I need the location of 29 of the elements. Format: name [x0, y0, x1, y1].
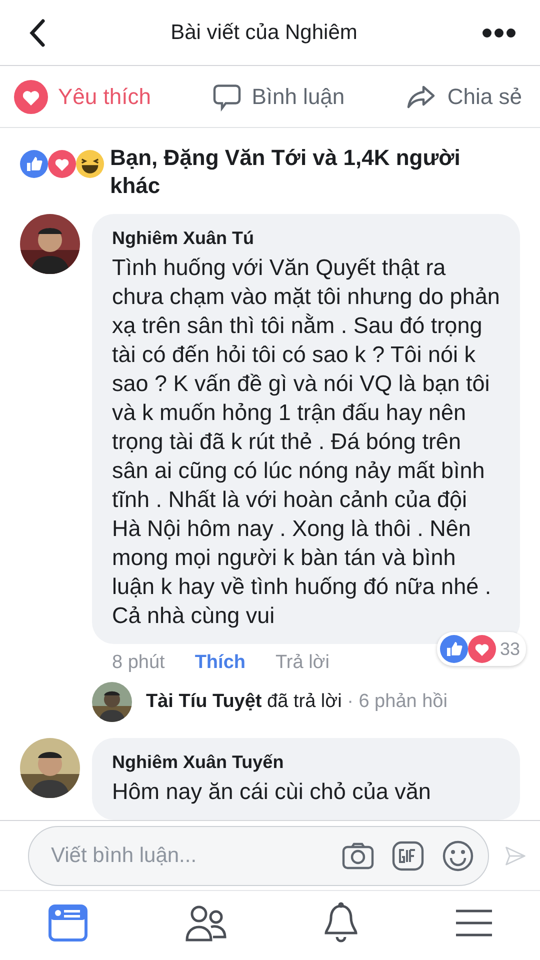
comment-author[interactable]: Nghiêm Xuân Tú — [112, 228, 500, 249]
comment-button[interactable]: Bình luận — [212, 82, 345, 112]
like-icon — [20, 150, 48, 178]
speech-bubble-icon — [212, 82, 242, 112]
more-options-icon[interactable] — [482, 28, 516, 38]
comment-field[interactable]: Viết bình luận... — [28, 826, 489, 886]
comment-text: Hôm nay ăn cái cùi chỏ của văn — [112, 778, 432, 806]
share-button[interactable]: Chia sẻ — [405, 82, 522, 112]
camera-icon[interactable] — [342, 842, 374, 870]
like-link[interactable]: Thích — [194, 652, 246, 674]
comment-text: Tình huống với Văn Quyết thật ra chưa chạm vào mặt tôi nhưng do phản xạ trên sân thì tôi nằm . Sau đó trọng tài có đến hỏi tôi có sao k ? Tôi nói k sao ? K vấn đề gì và nói VQ là bạn tôi và k muốn hỏng 1 trận đấu hay nên trọng tài đã k rút thẻ . Đá bóng trên sân ai cũng có lúc nóng nảy mất bình tĩnh . Nhất là với hoàn cảnh của đội Hà Nội hôm nay . Xong là thôi . Nên mong mọi người k bàn tán và bình luận k hay về tình huống đó nữa nhé . Cả nhà cùng vui — [112, 254, 500, 630]
gif-icon[interactable] — [392, 840, 424, 870]
news-feed-icon — [48, 902, 88, 942]
replies-summary[interactable]: Tài Tíu Tuyệt đã trả lời · 6 phản hồi — [146, 691, 448, 713]
reactions-summary[interactable]: Bạn, Đặng Văn Tới và 1,4K người khác — [110, 144, 510, 200]
like-icon — [440, 635, 468, 663]
love-reaction-icon — [468, 635, 496, 663]
comment-time: 8 phút — [112, 652, 165, 674]
laughing-emoji-icon — [76, 150, 104, 178]
bell-icon — [323, 902, 360, 944]
emoji-icon[interactable] — [442, 840, 474, 872]
comment-author[interactable]: Nghiêm Xuân Tuyến — [112, 752, 500, 773]
back-icon[interactable] — [28, 18, 46, 46]
love-reaction-icon — [48, 150, 76, 178]
love-button[interactable]: Yêu thích — [14, 80, 151, 114]
reply-link[interactable]: Trả lời — [276, 652, 330, 674]
page-title: Bài viết của Nghiêm — [170, 20, 358, 44]
reaction-count-badge[interactable]: 33 — [436, 632, 526, 666]
comment-input[interactable]: Viết bình luận... — [49, 842, 324, 868]
